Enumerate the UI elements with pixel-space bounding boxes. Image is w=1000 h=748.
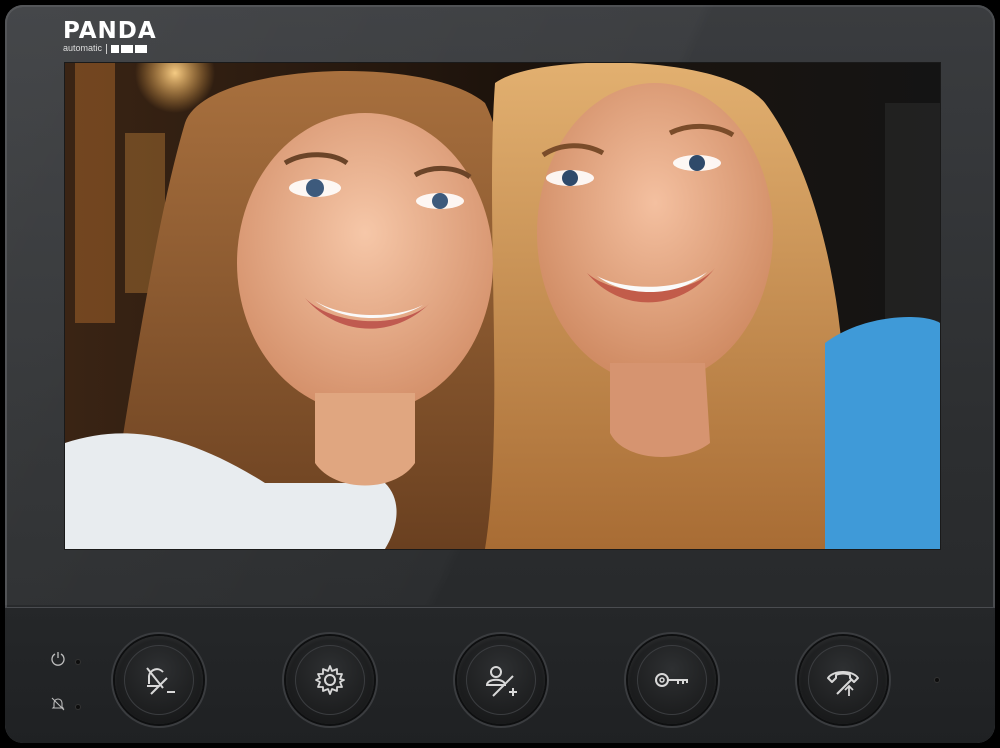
- video-feed-image: [65, 63, 940, 549]
- contacts-volume-up-button[interactable]: [457, 636, 545, 724]
- mute-volume-down-button[interactable]: [115, 636, 203, 724]
- brand-logo: PANDA automatic: [63, 19, 157, 54]
- brand-name: PANDA: [63, 18, 157, 44]
- mute-bell-icon: [50, 696, 66, 712]
- brand-blocks-icon: [111, 44, 148, 53]
- handset-icon: [827, 671, 859, 696]
- intercom-monitor: PANDA automatic: [5, 5, 995, 743]
- power-led: [76, 660, 80, 664]
- gear-icon: [315, 665, 345, 695]
- call-button[interactable]: [799, 636, 887, 724]
- mute-led: [76, 705, 80, 709]
- unlock-button[interactable]: [628, 636, 716, 724]
- brand-subtitle: automatic: [63, 43, 103, 53]
- brand-separator: [106, 43, 108, 54]
- settings-button[interactable]: [286, 636, 374, 724]
- power-icon: [50, 650, 66, 666]
- bell-off-minus-icon: [146, 667, 175, 695]
- user-plus-icon: [485, 666, 517, 697]
- status-led-right: [935, 678, 939, 682]
- video-screen: [65, 63, 940, 549]
- control-panel: [5, 607, 995, 743]
- key-icon: [655, 673, 688, 687]
